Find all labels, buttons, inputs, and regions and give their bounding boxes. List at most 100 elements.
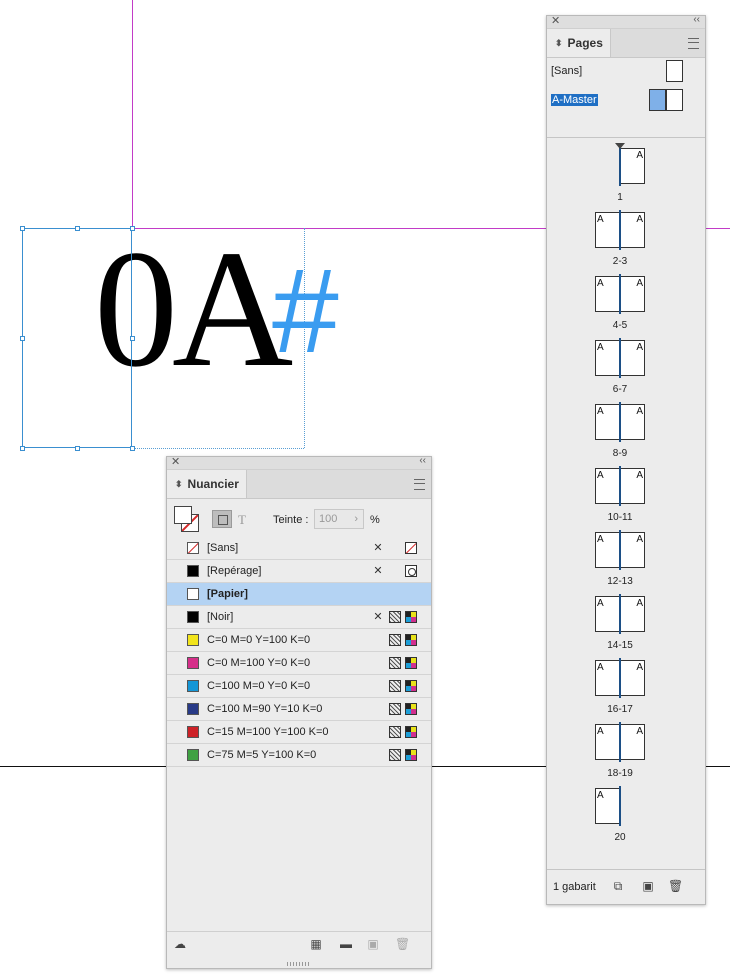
spread-spine bbox=[619, 402, 621, 442]
page-thumbnail[interactable]: A bbox=[620, 404, 645, 440]
spread-label: 16-17 bbox=[607, 704, 633, 715]
page-thumbnail[interactable]: A bbox=[620, 276, 645, 312]
page-thumbnail[interactable]: A bbox=[620, 660, 645, 696]
swatch-row[interactable]: [Repérage] ✕ bbox=[167, 560, 431, 583]
swatch-name: [Repérage] bbox=[207, 565, 262, 577]
spread-label: 2-3 bbox=[612, 256, 628, 267]
master-thumbnail[interactable] bbox=[666, 60, 683, 82]
master-thumbnail-left[interactable] bbox=[649, 89, 666, 111]
spread-label: 14-15 bbox=[607, 640, 633, 651]
tint-label: Teinte : bbox=[273, 514, 309, 526]
cc-library-icon[interactable]: ☁ bbox=[173, 937, 187, 951]
collapse-icon[interactable]: ‹‹ bbox=[419, 455, 426, 466]
cmyk-mode-icon bbox=[405, 726, 417, 738]
master-letter: A bbox=[597, 470, 604, 481]
new-page-icon[interactable]: ▣ bbox=[641, 879, 655, 893]
frame-handle-mr[interactable] bbox=[130, 336, 135, 341]
tab-swatches[interactable]: ⬍ Nuancier bbox=[167, 470, 247, 498]
spread-spine bbox=[619, 722, 621, 762]
master-thumbnail-right[interactable] bbox=[666, 89, 683, 111]
cmyk-mode-icon bbox=[405, 749, 417, 761]
trash-icon[interactable]: 🗑 bbox=[668, 879, 683, 893]
trash-icon[interactable]: 🗑 bbox=[395, 937, 410, 951]
close-icon[interactable]: ✕ bbox=[551, 14, 560, 27]
swatch-name: C=100 M=0 Y=0 K=0 bbox=[207, 680, 311, 692]
spread-spine bbox=[619, 210, 621, 250]
frame-handle-bm[interactable] bbox=[75, 446, 80, 451]
frame-handle-tm[interactable] bbox=[75, 226, 80, 231]
frame-handle-bl[interactable] bbox=[20, 446, 25, 451]
page-thumbnail[interactable]: A bbox=[595, 532, 620, 568]
master-letter: A bbox=[597, 790, 604, 801]
master-item-a[interactable]: A-Master bbox=[547, 89, 705, 113]
swatch-row[interactable]: C=100 M=90 Y=10 K=0 bbox=[167, 698, 431, 721]
resize-grip[interactable] bbox=[287, 962, 309, 966]
swatch-row[interactable]: C=0 M=100 Y=0 K=0 bbox=[167, 652, 431, 675]
swatch-row[interactable]: [Sans] ✕ bbox=[167, 537, 431, 560]
edit-page-size-icon[interactable]: ⧉ bbox=[611, 879, 625, 893]
page-thumbnail[interactable]: A bbox=[595, 276, 620, 312]
page-thumbnail[interactable]: A bbox=[595, 724, 620, 760]
swatch-color-chip bbox=[187, 634, 199, 646]
close-icon[interactable]: ✕ bbox=[171, 455, 180, 468]
new-color-group-icon[interactable]: ▬ bbox=[339, 937, 353, 951]
swatches-panel: ✕ ‹‹ ⬍ Nuancier T Teinte : 100 › % [Sans… bbox=[166, 455, 432, 969]
swatch-name: [Papier] bbox=[207, 588, 248, 600]
tint-input[interactable]: 100 › bbox=[314, 509, 364, 529]
page-thumbnail[interactable]: A bbox=[595, 660, 620, 696]
page-thumbnail[interactable]: A bbox=[620, 468, 645, 504]
page-thumbnail[interactable]: A bbox=[595, 596, 620, 632]
spread-spine bbox=[619, 466, 621, 506]
panel-menu-icon[interactable] bbox=[414, 479, 425, 490]
swatch-color-chip bbox=[187, 611, 199, 623]
page-thumbnail[interactable]: A bbox=[595, 340, 620, 376]
page-thumbnail[interactable]: A bbox=[620, 724, 645, 760]
swatch-row[interactable]: [Noir] ✕ bbox=[167, 606, 431, 629]
page-thumbnail[interactable]: A bbox=[620, 596, 645, 632]
page-thumbnail[interactable]: A bbox=[595, 788, 620, 824]
master-letter: A bbox=[597, 214, 604, 225]
swatch-row[interactable]: C=75 M=5 Y=100 K=0 bbox=[167, 744, 431, 767]
spread-spine bbox=[619, 786, 621, 826]
swatch-name: [Noir] bbox=[207, 611, 234, 623]
formatting-text-icon[interactable]: T bbox=[238, 512, 246, 528]
spread-spine bbox=[619, 530, 621, 570]
selected-frame[interactable] bbox=[22, 228, 132, 448]
frame-handle-ml[interactable] bbox=[20, 336, 25, 341]
page-thumbnail[interactable]: A bbox=[620, 340, 645, 376]
chevron-right-icon[interactable]: › bbox=[354, 513, 358, 525]
master-letter: A bbox=[636, 150, 643, 161]
show-swatch-kinds-icon[interactable]: ▦ bbox=[309, 937, 323, 951]
collapse-icon[interactable]: ‹‹ bbox=[693, 14, 700, 25]
pages-list: A 1 A A 2-3 A A 4-5 A A 6-7 A A 8-9 A A 10-11 A A 12-13 A A 14… bbox=[547, 140, 705, 875]
frame-handle-tr[interactable] bbox=[130, 226, 135, 231]
frame-handle-tl[interactable] bbox=[20, 226, 25, 231]
process-color-icon bbox=[389, 703, 401, 715]
panel-menu-icon[interactable] bbox=[688, 38, 699, 49]
fill-swatch-box[interactable] bbox=[174, 506, 192, 524]
page-thumbnail[interactable]: A bbox=[620, 148, 645, 184]
master-item-none[interactable]: [Sans] bbox=[547, 60, 705, 84]
master-letter: A bbox=[636, 214, 643, 225]
frame-handle-br[interactable] bbox=[130, 446, 135, 451]
tab-pages[interactable]: ⬍ Pages bbox=[547, 29, 611, 57]
page-thumbnail[interactable]: A bbox=[620, 532, 645, 568]
swatch-row[interactable]: C=0 M=0 Y=100 K=0 bbox=[167, 629, 431, 652]
swatch-color-chip bbox=[187, 703, 199, 715]
page-thumbnail[interactable]: A bbox=[595, 212, 620, 248]
page-thumbnail[interactable]: A bbox=[595, 404, 620, 440]
pages-divider bbox=[547, 137, 705, 138]
swatch-row[interactable]: C=15 M=100 Y=100 K=0 bbox=[167, 721, 431, 744]
page-thumbnail[interactable]: A bbox=[620, 212, 645, 248]
new-swatch-icon[interactable]: ▣ bbox=[366, 937, 380, 951]
swatch-name: C=0 M=100 Y=0 K=0 bbox=[207, 657, 311, 669]
cmyk-mode-icon bbox=[405, 703, 417, 715]
registration-icon bbox=[405, 565, 417, 577]
page-thumbnail[interactable]: A bbox=[595, 468, 620, 504]
swatch-row[interactable]: C=100 M=0 Y=0 K=0 bbox=[167, 675, 431, 698]
spread-label: 8-9 bbox=[612, 448, 628, 459]
swatch-row[interactable]: [Papier] bbox=[167, 583, 431, 606]
panel-topbar: ✕ ‹‹ bbox=[547, 14, 705, 29]
master-label: [Sans] bbox=[551, 65, 583, 77]
formatting-container-button[interactable] bbox=[212, 510, 232, 528]
